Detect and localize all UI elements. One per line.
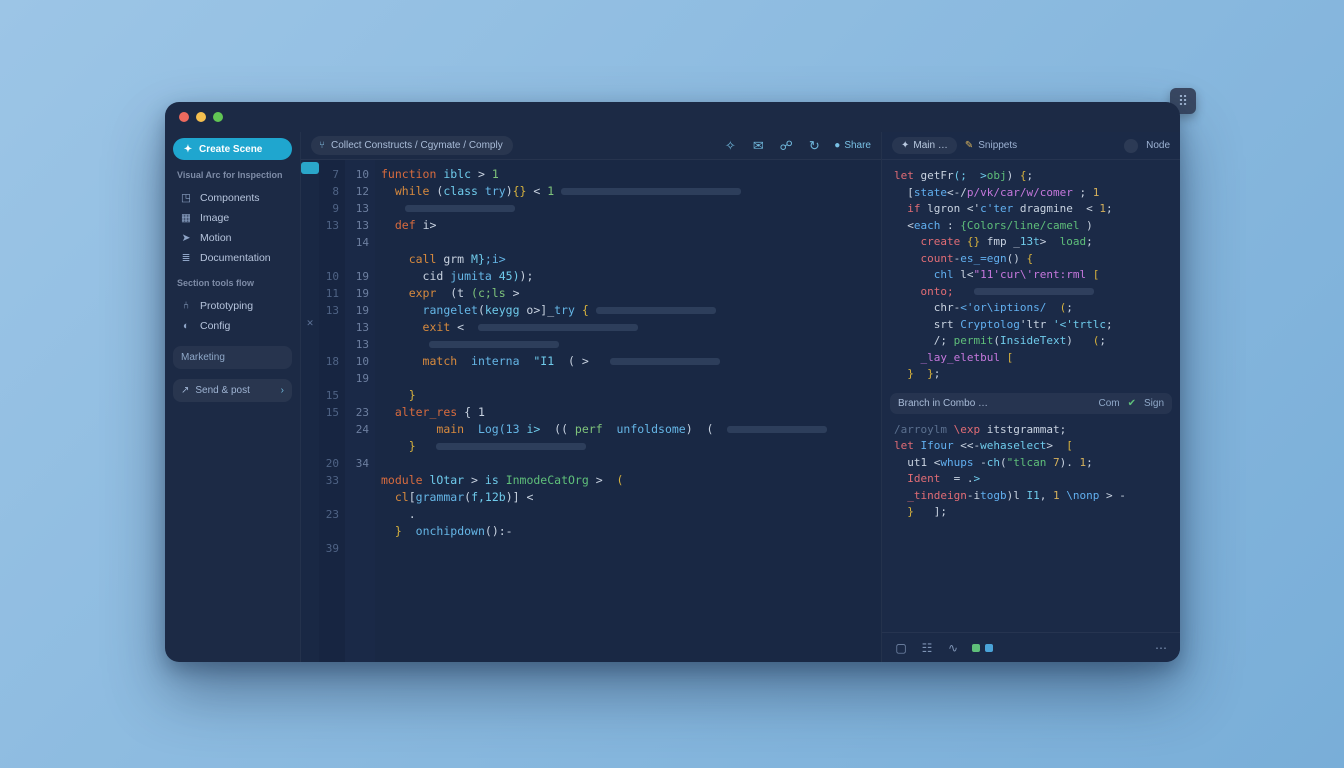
tool-sparkle-icon[interactable]: ✧ <box>722 138 738 154</box>
zoom-dot[interactable] <box>213 112 223 122</box>
breadcrumb[interactable]: ⑂ Collect Constructs / Cgymate / Comply <box>311 136 513 155</box>
chevron-right-icon: › <box>281 385 284 396</box>
create-label: Create Scene <box>199 144 262 155</box>
gutter-right: 101213131419191913131019232434 <box>345 160 375 662</box>
sidebar-item-prototyping[interactable]: ⑃Prototyping <box>173 296 292 316</box>
titlebar <box>165 102 1180 132</box>
marketing-box[interactable]: Marketing <box>173 346 292 369</box>
foot-terminal-icon[interactable]: ▢ <box>894 641 908 655</box>
app-window: ✦ Create Scene Visual Arc for Inspection… <box>165 102 1180 662</box>
sidebar-item-documentation[interactable]: ≣Documentation <box>173 248 292 268</box>
tool-chat-icon[interactable]: ✉ <box>750 138 766 154</box>
gutter-left: 7891310111318151520332339 <box>319 160 345 662</box>
sidebar-item-components[interactable]: ◳Components <box>173 188 292 208</box>
sidebar-item-config[interactable]: ◐Config <box>173 316 292 336</box>
sep-sign[interactable]: Sign <box>1144 398 1164 409</box>
marketing-label: Marketing <box>181 352 225 363</box>
right-code-block-2[interactable]: /arroylm \exp itstgrammat;let Ifour <<-w… <box>882 414 1180 527</box>
send-icon: ➤ <box>179 231 193 245</box>
tab-snippets[interactable]: ✎Snippets <box>965 140 1017 151</box>
breadcrumb-text: Collect Constructs / Cgymate / Comply <box>331 140 503 151</box>
tool-person-icon[interactable]: ☍ <box>778 138 794 154</box>
branch-combo-label: Branch in Combo … <box>898 398 988 409</box>
branch-icon: ⑂ <box>319 140 325 151</box>
share-icon: ↗ <box>181 385 189 396</box>
foot-status-lights <box>972 644 993 652</box>
tab-main[interactable]: ✦ Main … <box>892 137 957 154</box>
sep-com[interactable]: Com <box>1098 398 1119 409</box>
main-area: ⑂ Collect Constructs / Cgymate / Comply … <box>301 132 1180 662</box>
editor-pane: ⑂ Collect Constructs / Cgymate / Comply … <box>301 132 882 662</box>
foot-link-icon[interactable]: ∿ <box>946 641 960 655</box>
branch-icon: ⑃ <box>179 299 193 313</box>
right-panel: ✦ Main … ✎Snippets Node let getFr(; >obj… <box>882 132 1180 662</box>
image-icon: ▦ <box>179 211 193 225</box>
stack-icon: ≣ <box>179 251 193 265</box>
sidebar-heading-1: Visual Arc for Inspection <box>173 166 292 182</box>
code-lines[interactable]: function iblc > 1 while (class try){} < … <box>375 160 881 662</box>
spark-icon: ✦ <box>183 144 193 154</box>
sidebar-heading-2: Section tools flow <box>173 274 292 290</box>
share-button[interactable]: ● Share <box>834 138 871 154</box>
editor-toolbar: ⑂ Collect Constructs / Cgymate / Comply … <box>301 132 881 160</box>
tab-node[interactable]: Node <box>1146 140 1170 151</box>
avatar-dot[interactable] <box>1124 139 1138 153</box>
marker-gutter: ✕ <box>301 160 319 662</box>
right-code-block-1[interactable]: let getFr(; >obj) {; [state<-/p/vk/car/w… <box>882 160 1180 389</box>
foot-more-icon[interactable]: ⋯ <box>1154 641 1168 655</box>
sidebar-item-image[interactable]: ▦Image <box>173 208 292 228</box>
create-button[interactable]: ✦ Create Scene <box>173 138 292 160</box>
tool-refresh-icon[interactable]: ↻ <box>806 138 822 154</box>
minimize-dot[interactable] <box>196 112 206 122</box>
branch-combo-bar[interactable]: Branch in Combo … Com ✔ Sign <box>890 393 1172 414</box>
share-label: Send & post <box>195 385 249 396</box>
sidebar-item-motion[interactable]: ➤Motion <box>173 228 292 248</box>
right-panel-tabs: ✦ Main … ✎Snippets Node <box>882 132 1180 160</box>
close-dot[interactable] <box>179 112 189 122</box>
check-icon: ✔ <box>1128 398 1136 409</box>
share-pill[interactable]: ↗ Send & post › <box>173 379 292 402</box>
foot-db-icon[interactable]: ☷ <box>920 641 934 655</box>
right-panel-footer: ▢ ☷ ∿ ⋯ <box>882 632 1180 662</box>
cube-icon: ◳ <box>179 191 193 205</box>
adjust-icon: ◐ <box>179 319 193 333</box>
sidebar: ✦ Create Scene Visual Arc for Inspection… <box>165 132 301 662</box>
code-viewport[interactable]: ✕ 7891310111318151520332339 101213131419… <box>301 160 881 662</box>
